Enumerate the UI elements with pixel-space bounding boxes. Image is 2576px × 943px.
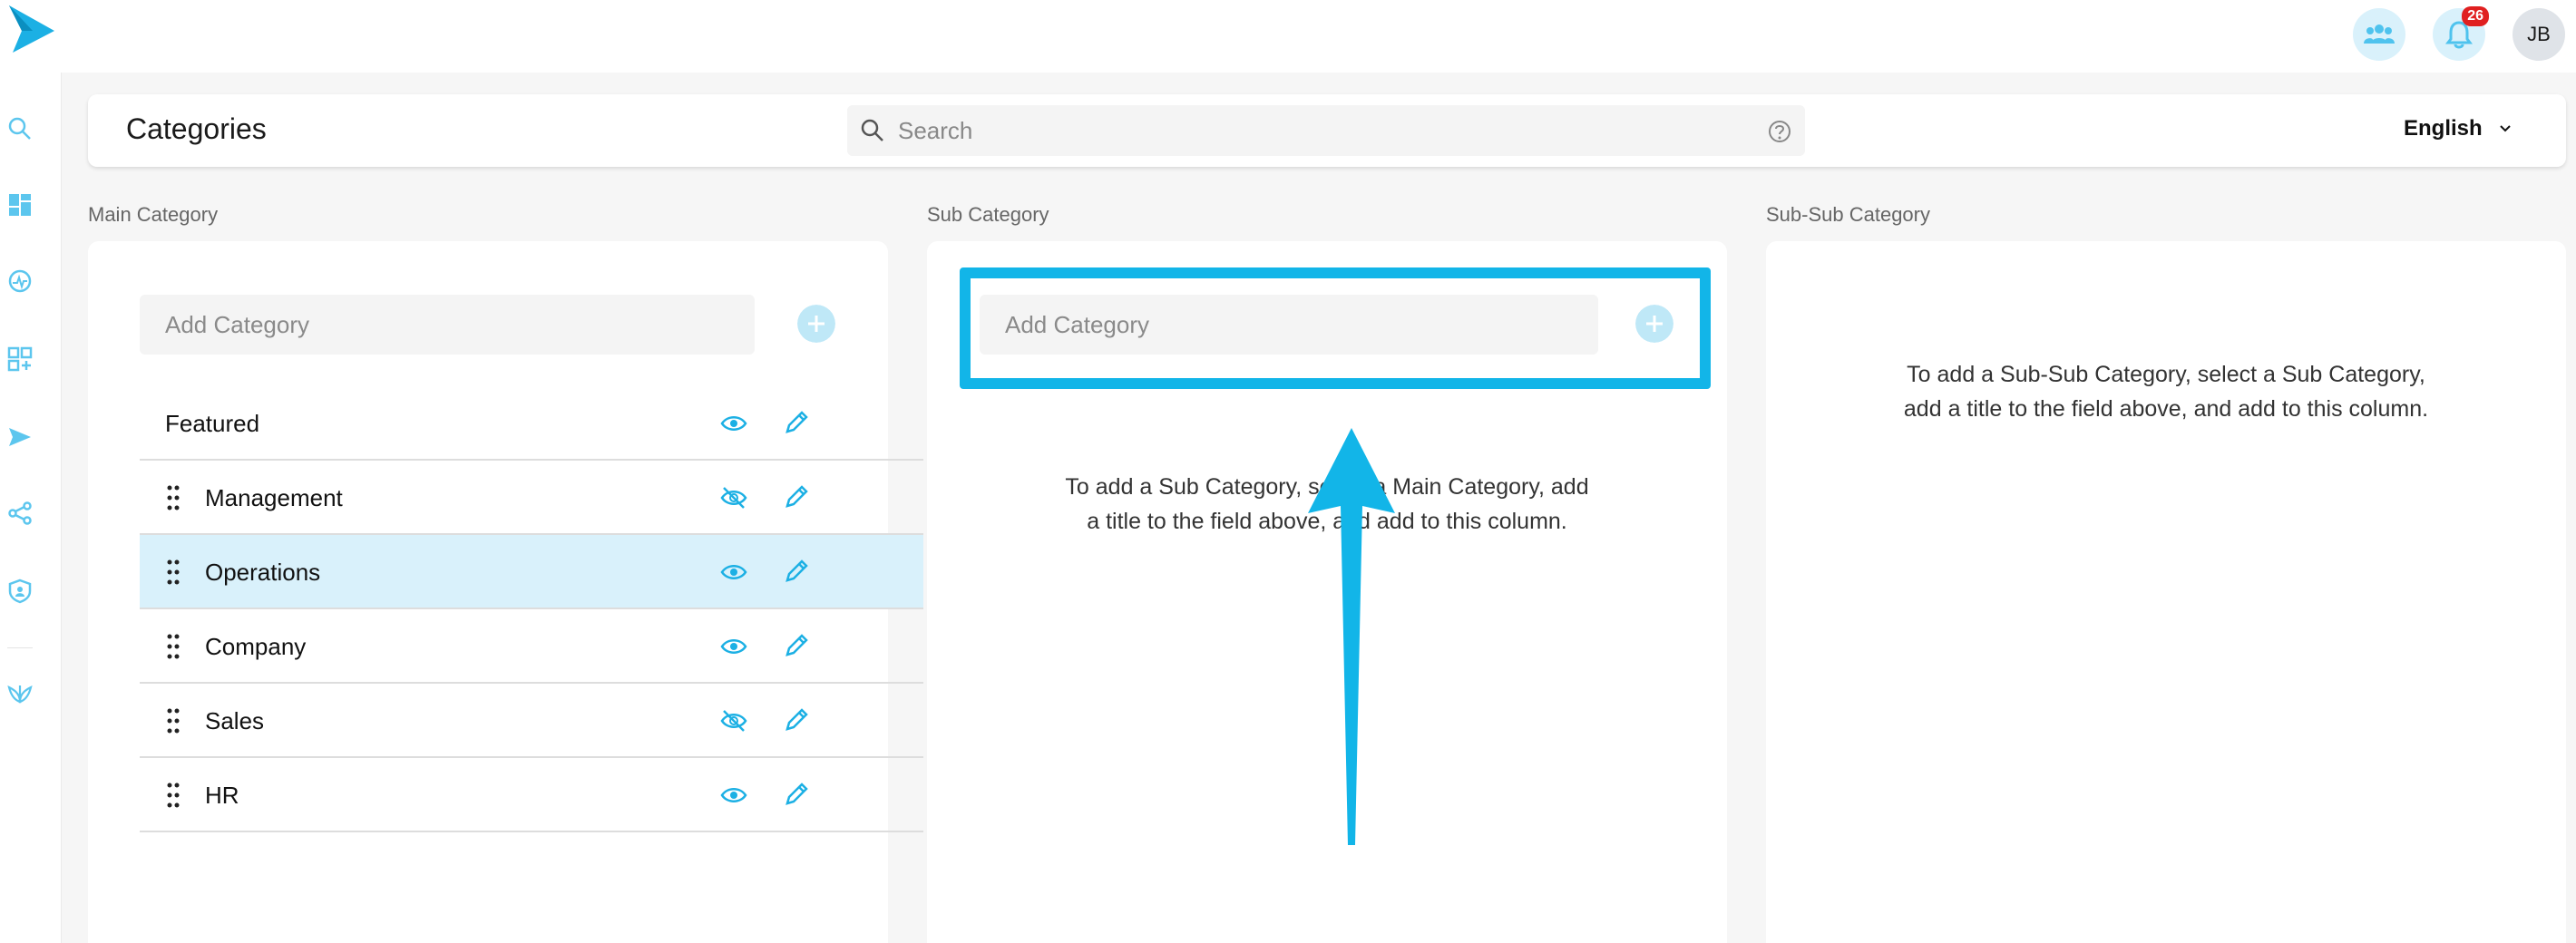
drag-handle-icon[interactable] (167, 782, 180, 809)
help-icon[interactable] (1767, 119, 1792, 144)
edit-pencil-icon[interactable] (784, 557, 811, 584)
drag-handle-icon[interactable] (167, 707, 180, 734)
share-icon[interactable] (7, 501, 33, 526)
avatar[interactable]: JB (2513, 8, 2565, 61)
search-bar[interactable] (847, 105, 1805, 156)
eye-off-icon[interactable] (720, 486, 747, 510)
search-nav-icon[interactable] (7, 116, 33, 141)
eye-icon[interactable] (720, 783, 747, 807)
top-bar: 26 JB (0, 0, 2576, 73)
page-header: Categories English (88, 94, 2566, 167)
main-category-column: Featured Management (88, 241, 923, 943)
category-label: Management (205, 484, 343, 511)
subsub-category-column: To add a Sub-Sub Category, select a Sub … (1766, 241, 2566, 943)
team-icon (2364, 24, 2395, 44)
category-label: HR (205, 782, 239, 809)
rail-divider (7, 647, 33, 648)
language-label: English (2404, 116, 2483, 141)
main-category-list: Featured Management Operations Company S… (140, 386, 923, 832)
notification-badge: 26 (2462, 6, 2489, 26)
category-label: Featured (165, 410, 260, 437)
dashboard-icon[interactable] (7, 192, 33, 218)
apps-icon[interactable] (7, 346, 33, 372)
category-row-hr[interactable]: HR (140, 758, 923, 832)
category-row-sales[interactable]: Sales (140, 684, 923, 758)
eye-off-icon[interactable] (720, 709, 747, 733)
search-input[interactable] (898, 105, 1751, 156)
search-icon (861, 119, 883, 141)
category-label: Operations (205, 559, 321, 586)
edit-pencil-icon[interactable] (784, 482, 811, 510)
edit-pencil-icon[interactable] (784, 408, 811, 435)
subsub-category-hint: To add a Sub-Sub Category, select a Sub … (1903, 362, 2429, 422)
top-right-actions: 26 JB (2353, 6, 2565, 62)
admin-shield-icon[interactable] (7, 578, 33, 604)
edit-pencil-icon[interactable] (784, 631, 811, 658)
notifications-button[interactable]: 26 (2433, 6, 2489, 61)
highlight-box (960, 267, 1711, 389)
eye-icon[interactable] (720, 560, 747, 584)
plant-icon[interactable] (7, 680, 33, 705)
eye-icon[interactable] (720, 412, 747, 435)
add-main-category-button[interactable] (797, 305, 835, 343)
category-label: Sales (205, 707, 265, 734)
edit-pencil-icon[interactable] (784, 780, 811, 807)
language-selector[interactable]: English (2404, 116, 2512, 141)
category-row-operations[interactable]: Operations (140, 535, 923, 609)
sub-category-label: Sub Category (927, 203, 1049, 226)
category-row-featured[interactable]: Featured (140, 386, 923, 461)
page-title: Categories (126, 112, 267, 145)
left-nav-rail (0, 73, 62, 943)
main-category-label: Main Category (88, 203, 219, 226)
analytics-icon[interactable] (7, 268, 33, 294)
category-row-management[interactable]: Management (140, 461, 923, 535)
eye-icon[interactable] (720, 635, 747, 658)
drag-handle-icon[interactable] (167, 559, 180, 586)
send-icon[interactable] (7, 424, 33, 450)
subsub-category-label: Sub-Sub Category (1766, 203, 1930, 226)
add-main-category-input[interactable] (140, 295, 755, 355)
category-label: Company (205, 633, 307, 660)
drag-handle-icon[interactable] (167, 633, 180, 660)
chevron-down-icon (2499, 125, 2511, 132)
drag-handle-icon[interactable] (167, 484, 180, 511)
arrow-up-icon (1308, 428, 1395, 845)
app-logo-icon[interactable] (5, 4, 56, 54)
edit-pencil-icon[interactable] (784, 705, 811, 733)
category-row-company[interactable]: Company (140, 609, 923, 684)
team-button[interactable] (2353, 8, 2405, 61)
